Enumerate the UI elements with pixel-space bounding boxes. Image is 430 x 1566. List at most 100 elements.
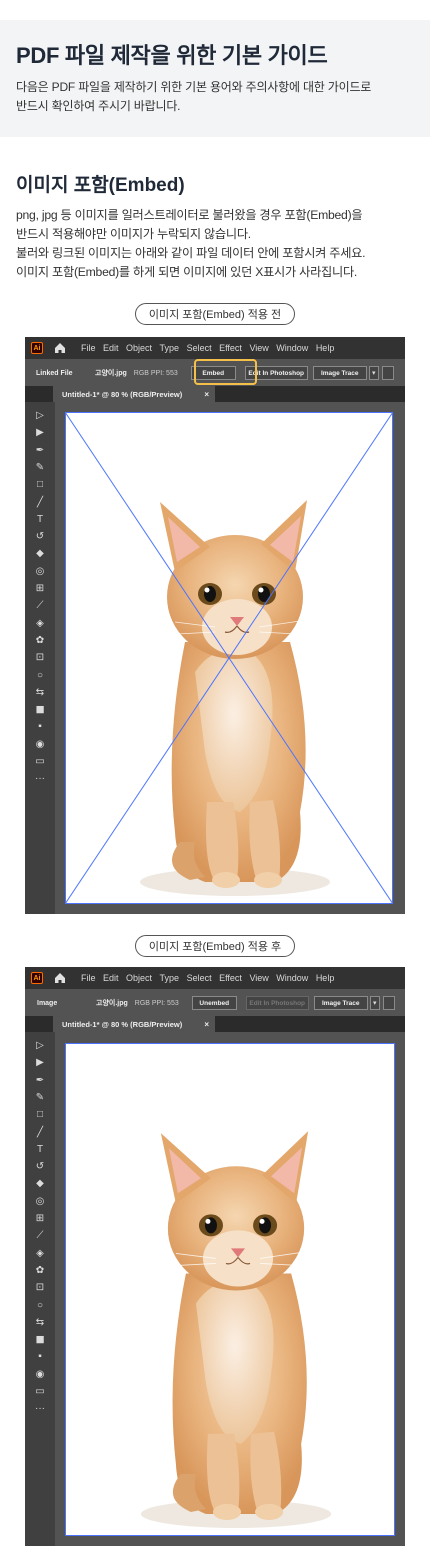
- menu-bar: Ai File Edit Object Type Select Effect V…: [25, 967, 405, 989]
- unembed-button[interactable]: Unembed: [191, 996, 237, 1010]
- warp-tool-icon[interactable]: ◎: [33, 566, 47, 578]
- before-label-pill: 이미지 포함(Embed) 적용 전: [135, 303, 295, 325]
- document-tab-title: Untitled-1* @ 80 % (RGB/Preview): [62, 389, 183, 399]
- symbol-sprayer-icon[interactable]: ✿: [33, 635, 47, 647]
- menu-effect[interactable]: Effect: [219, 343, 242, 353]
- image-trace-button[interactable]: Image Trace: [313, 996, 368, 1010]
- control-bar-label: Image: [37, 999, 58, 1007]
- menu-type[interactable]: Type: [160, 973, 180, 983]
- subtitle-line-1: 다음은 PDF 파일을 제작하기 위한 기본 용어와 주의사항에 대한 가이드로: [16, 80, 372, 94]
- canvas-area: [55, 1032, 405, 1546]
- rectangle-tool-icon[interactable]: □: [33, 1109, 47, 1121]
- menu-view[interactable]: View: [249, 973, 268, 983]
- brush-tool-icon[interactable]: ╱: [33, 1127, 47, 1139]
- control-bar: Image 고양이.jpg RGB PPI: 553 Unembed Edit …: [25, 993, 405, 1013]
- menu-effect[interactable]: Effect: [219, 973, 242, 983]
- illustrator-window-after: Ai File Edit Object Type Select Effect V…: [25, 967, 405, 1546]
- fill-stroke-icon[interactable]: ■: [33, 702, 47, 717]
- menu-help[interactable]: Help: [316, 973, 335, 983]
- screen-mode-icon[interactable]: ▭: [33, 1386, 47, 1398]
- document-tab-bar: Untitled-1* @ 80 % (RGB/Preview) ×: [25, 386, 405, 402]
- ai-logo-icon: Ai: [31, 972, 43, 984]
- close-icon[interactable]: ×: [204, 1020, 209, 1029]
- zoom-icon[interactable]: ○: [33, 670, 47, 682]
- menu-edit[interactable]: Edit: [103, 973, 119, 983]
- shape-builder-icon[interactable]: ⊞: [33, 583, 47, 595]
- menu-object[interactable]: Object: [126, 973, 152, 983]
- eyedropper-icon[interactable]: ⟋: [33, 1230, 47, 1242]
- blend-tool-icon[interactable]: ◈: [33, 1248, 47, 1260]
- file-name-link[interactable]: 고양이.jpg: [96, 998, 128, 1008]
- menu-select[interactable]: Select: [187, 973, 212, 983]
- chevron-down-icon[interactable]: ▾: [368, 366, 379, 380]
- home-icon[interactable]: [53, 971, 67, 985]
- more-options-button[interactable]: [382, 996, 395, 1010]
- menu-type[interactable]: Type: [160, 343, 180, 353]
- desc-line-3: 불러와 링크된 이미지는 아래와 같이 파일 데이터 안에 포함시켜 주세요.: [16, 246, 366, 260]
- illustrator-window-before: Ai File Edit Object Type Select Effect V…: [25, 337, 405, 914]
- menu-select[interactable]: Select: [187, 343, 212, 353]
- eraser-tool-icon[interactable]: ◆: [33, 1178, 47, 1190]
- more-tools-icon[interactable]: ···: [33, 773, 47, 785]
- document-tab[interactable]: Untitled-1* @ 80 % (RGB/Preview) ×: [53, 1016, 215, 1032]
- eyedropper-icon[interactable]: ⟋: [33, 600, 47, 612]
- type-tool-icon[interactable]: T: [33, 1144, 47, 1156]
- page-subtitle: 다음은 PDF 파일을 제작하기 위한 기본 용어와 주의사항에 대한 가이드로…: [16, 78, 414, 116]
- brush-tool-icon[interactable]: ╱: [33, 497, 47, 509]
- type-tool-icon[interactable]: T: [33, 514, 47, 526]
- menu-items: File Edit Object Type Select Effect View…: [81, 343, 342, 353]
- direct-selection-tool-icon[interactable]: ▶: [33, 427, 47, 439]
- eraser-tool-icon[interactable]: ◆: [33, 548, 47, 560]
- blend-tool-icon[interactable]: ◈: [33, 618, 47, 630]
- page-title: PDF 파일 제작을 위한 기본 가이드: [16, 43, 328, 68]
- control-bar-label: Linked File: [36, 369, 73, 377]
- color-mode-icon[interactable]: ▪: [33, 1351, 47, 1363]
- menu-window[interactable]: Window: [276, 973, 308, 983]
- artboard-tool-icon[interactable]: ⊡: [33, 652, 47, 664]
- curvature-tool-icon[interactable]: ✎: [33, 462, 47, 474]
- shape-builder-icon[interactable]: ⊞: [33, 1213, 47, 1225]
- canvas-area: [55, 402, 405, 914]
- selection-tool-icon[interactable]: ▷: [33, 1040, 47, 1052]
- artboard: [65, 412, 393, 904]
- menu-object[interactable]: Object: [126, 343, 152, 353]
- zoom-icon[interactable]: ○: [33, 1300, 47, 1312]
- artboard: [65, 1043, 395, 1536]
- rotate-tool-icon[interactable]: ↺: [33, 1161, 47, 1173]
- selection-tool-icon[interactable]: ▷: [33, 410, 47, 422]
- draw-mode-icon[interactable]: ◉: [33, 739, 47, 751]
- image-trace-button[interactable]: Image Trace: [312, 366, 367, 380]
- menu-view[interactable]: View: [249, 343, 268, 353]
- direct-selection-tool-icon[interactable]: ▶: [33, 1057, 47, 1069]
- fill-stroke-icon[interactable]: ■: [33, 1332, 47, 1347]
- close-icon[interactable]: ×: [204, 390, 209, 399]
- file-name-link[interactable]: 고양이.jpg: [95, 368, 127, 378]
- menu-file[interactable]: File: [81, 343, 96, 353]
- color-mode-icon[interactable]: ▪: [33, 721, 47, 733]
- more-options-button[interactable]: [381, 366, 394, 380]
- pen-tool-icon[interactable]: ✒: [33, 445, 47, 457]
- artboard-tool-icon[interactable]: ⊡: [33, 1282, 47, 1294]
- screen-mode-icon[interactable]: ▭: [33, 756, 47, 768]
- document-tab[interactable]: Untitled-1* @ 80 % (RGB/Preview) ×: [53, 386, 215, 402]
- menu-window[interactable]: Window: [276, 343, 308, 353]
- more-tools-icon[interactable]: ···: [33, 1403, 47, 1415]
- menu-edit[interactable]: Edit: [103, 343, 119, 353]
- rectangle-tool-icon[interactable]: □: [33, 479, 47, 491]
- warp-tool-icon[interactable]: ◎: [33, 1196, 47, 1208]
- swap-colors-icon[interactable]: ⇆: [33, 687, 47, 699]
- embedded-image-bounds: [65, 1043, 395, 1536]
- curvature-tool-icon[interactable]: ✎: [33, 1092, 47, 1104]
- document-tab-bar: Untitled-1* @ 80 % (RGB/Preview) ×: [25, 1016, 405, 1032]
- edit-in-photoshop-button: Edit In Photoshop: [245, 996, 309, 1010]
- swap-colors-icon[interactable]: ⇆: [33, 1317, 47, 1329]
- draw-mode-icon[interactable]: ◉: [33, 1369, 47, 1381]
- rotate-tool-icon[interactable]: ↺: [33, 531, 47, 543]
- menu-help[interactable]: Help: [316, 343, 335, 353]
- symbol-sprayer-icon[interactable]: ✿: [33, 1265, 47, 1277]
- home-icon[interactable]: [53, 341, 67, 355]
- desc-line-1: png, jpg 등 이미지를 일러스트레이터로 불러왔을 경우 포함(Embe…: [16, 208, 363, 222]
- chevron-down-icon[interactable]: ▾: [369, 996, 380, 1010]
- pen-tool-icon[interactable]: ✒: [33, 1075, 47, 1087]
- menu-file[interactable]: File: [81, 973, 96, 983]
